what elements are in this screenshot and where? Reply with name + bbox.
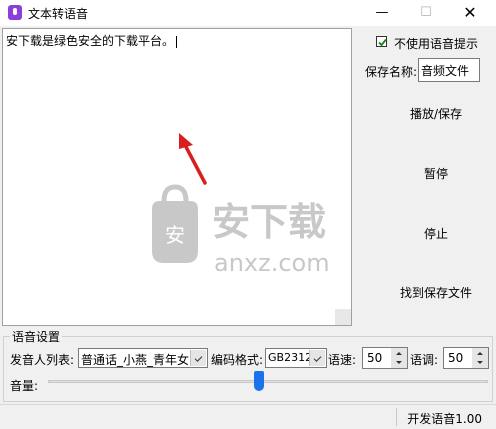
increment-icon[interactable] — [391, 348, 407, 358]
increment-icon[interactable] — [472, 348, 488, 358]
speaker-value: 普通话_小燕_青年女 — [81, 353, 190, 367]
microphone-icon — [8, 5, 22, 20]
text-content: 安下载是绿色安全的下载平台。 — [6, 32, 178, 49]
speaker-select[interactable]: 普通话_小燕_青年女 — [78, 348, 208, 368]
text-input-area[interactable]: 安下载是绿色安全的下载平台。 安 安下载 anxz.com — [2, 28, 352, 326]
encoding-value: GB2312 — [268, 351, 313, 364]
save-name-input[interactable]: 音频文件 — [418, 58, 480, 82]
volume-label: 音量: — [10, 379, 39, 393]
window-title: 文本转语音 — [28, 7, 89, 21]
save-name-label: 保存名称: — [365, 65, 418, 79]
speed-stepper-buttons — [391, 348, 407, 368]
right-panel: 不使用语音提示 保存名称: 音频文件 播放/保存 暂停 停止 找到保存文件 — [356, 28, 496, 328]
stop-button[interactable]: 停止 — [392, 222, 480, 246]
editor-text: 安下载是绿色安全的下载平台。 — [6, 34, 175, 48]
resize-grip[interactable] — [335, 309, 351, 325]
volume-slider-thumb[interactable] — [254, 371, 265, 391]
pitch-label: 语调: — [410, 353, 439, 367]
maximize-button[interactable]: ☐ — [404, 0, 448, 26]
watermark-logo: 安 安下载 anxz.com — [152, 184, 330, 277]
status-divider — [396, 408, 397, 426]
speed-label: 语速: — [328, 353, 357, 367]
decrement-icon[interactable] — [391, 358, 407, 368]
status-bar: 开发语音1.00 — [0, 404, 496, 429]
speed-stepper[interactable]: 50 — [362, 347, 408, 369]
close-button[interactable]: ✕ — [448, 0, 492, 26]
title-bar: 文本转语音 — ☐ ✕ — [0, 0, 496, 26]
encoding-label: 编码格式: — [211, 353, 264, 367]
pitch-value: 50 — [448, 351, 464, 365]
minimize-button[interactable]: — — [360, 0, 404, 26]
voice-settings-title: 语音设置 — [10, 328, 63, 345]
pitch-stepper-buttons — [472, 348, 488, 368]
volume-slider-track[interactable] — [48, 380, 488, 383]
chevron-down-icon[interactable] — [190, 350, 206, 366]
encoding-select[interactable]: GB2312 — [265, 348, 327, 368]
status-version: 开发语音1.00 — [407, 412, 482, 426]
text-caret — [176, 35, 178, 48]
watermark-logo-char: 安 — [165, 223, 185, 247]
play-save-button[interactable]: 播放/保存 — [392, 102, 480, 126]
speaker-label: 发音人列表: — [10, 353, 75, 367]
find-saved-file-button[interactable]: 找到保存文件 — [392, 281, 480, 305]
disable-prompt-label[interactable]: 不使用语音提示 — [394, 35, 478, 52]
watermark-brand: 安下载 — [212, 200, 326, 244]
decrement-icon[interactable] — [472, 358, 488, 368]
watermark-domain: anxz.com — [214, 249, 330, 277]
chevron-down-icon[interactable] — [309, 350, 325, 366]
pause-button[interactable]: 暂停 — [392, 162, 480, 186]
pitch-stepper[interactable]: 50 — [443, 347, 489, 369]
speed-value: 50 — [367, 351, 383, 365]
checkmark-icon — [378, 38, 387, 47]
disable-prompt-checkbox[interactable] — [376, 36, 387, 47]
voice-settings-group — [3, 336, 493, 402]
